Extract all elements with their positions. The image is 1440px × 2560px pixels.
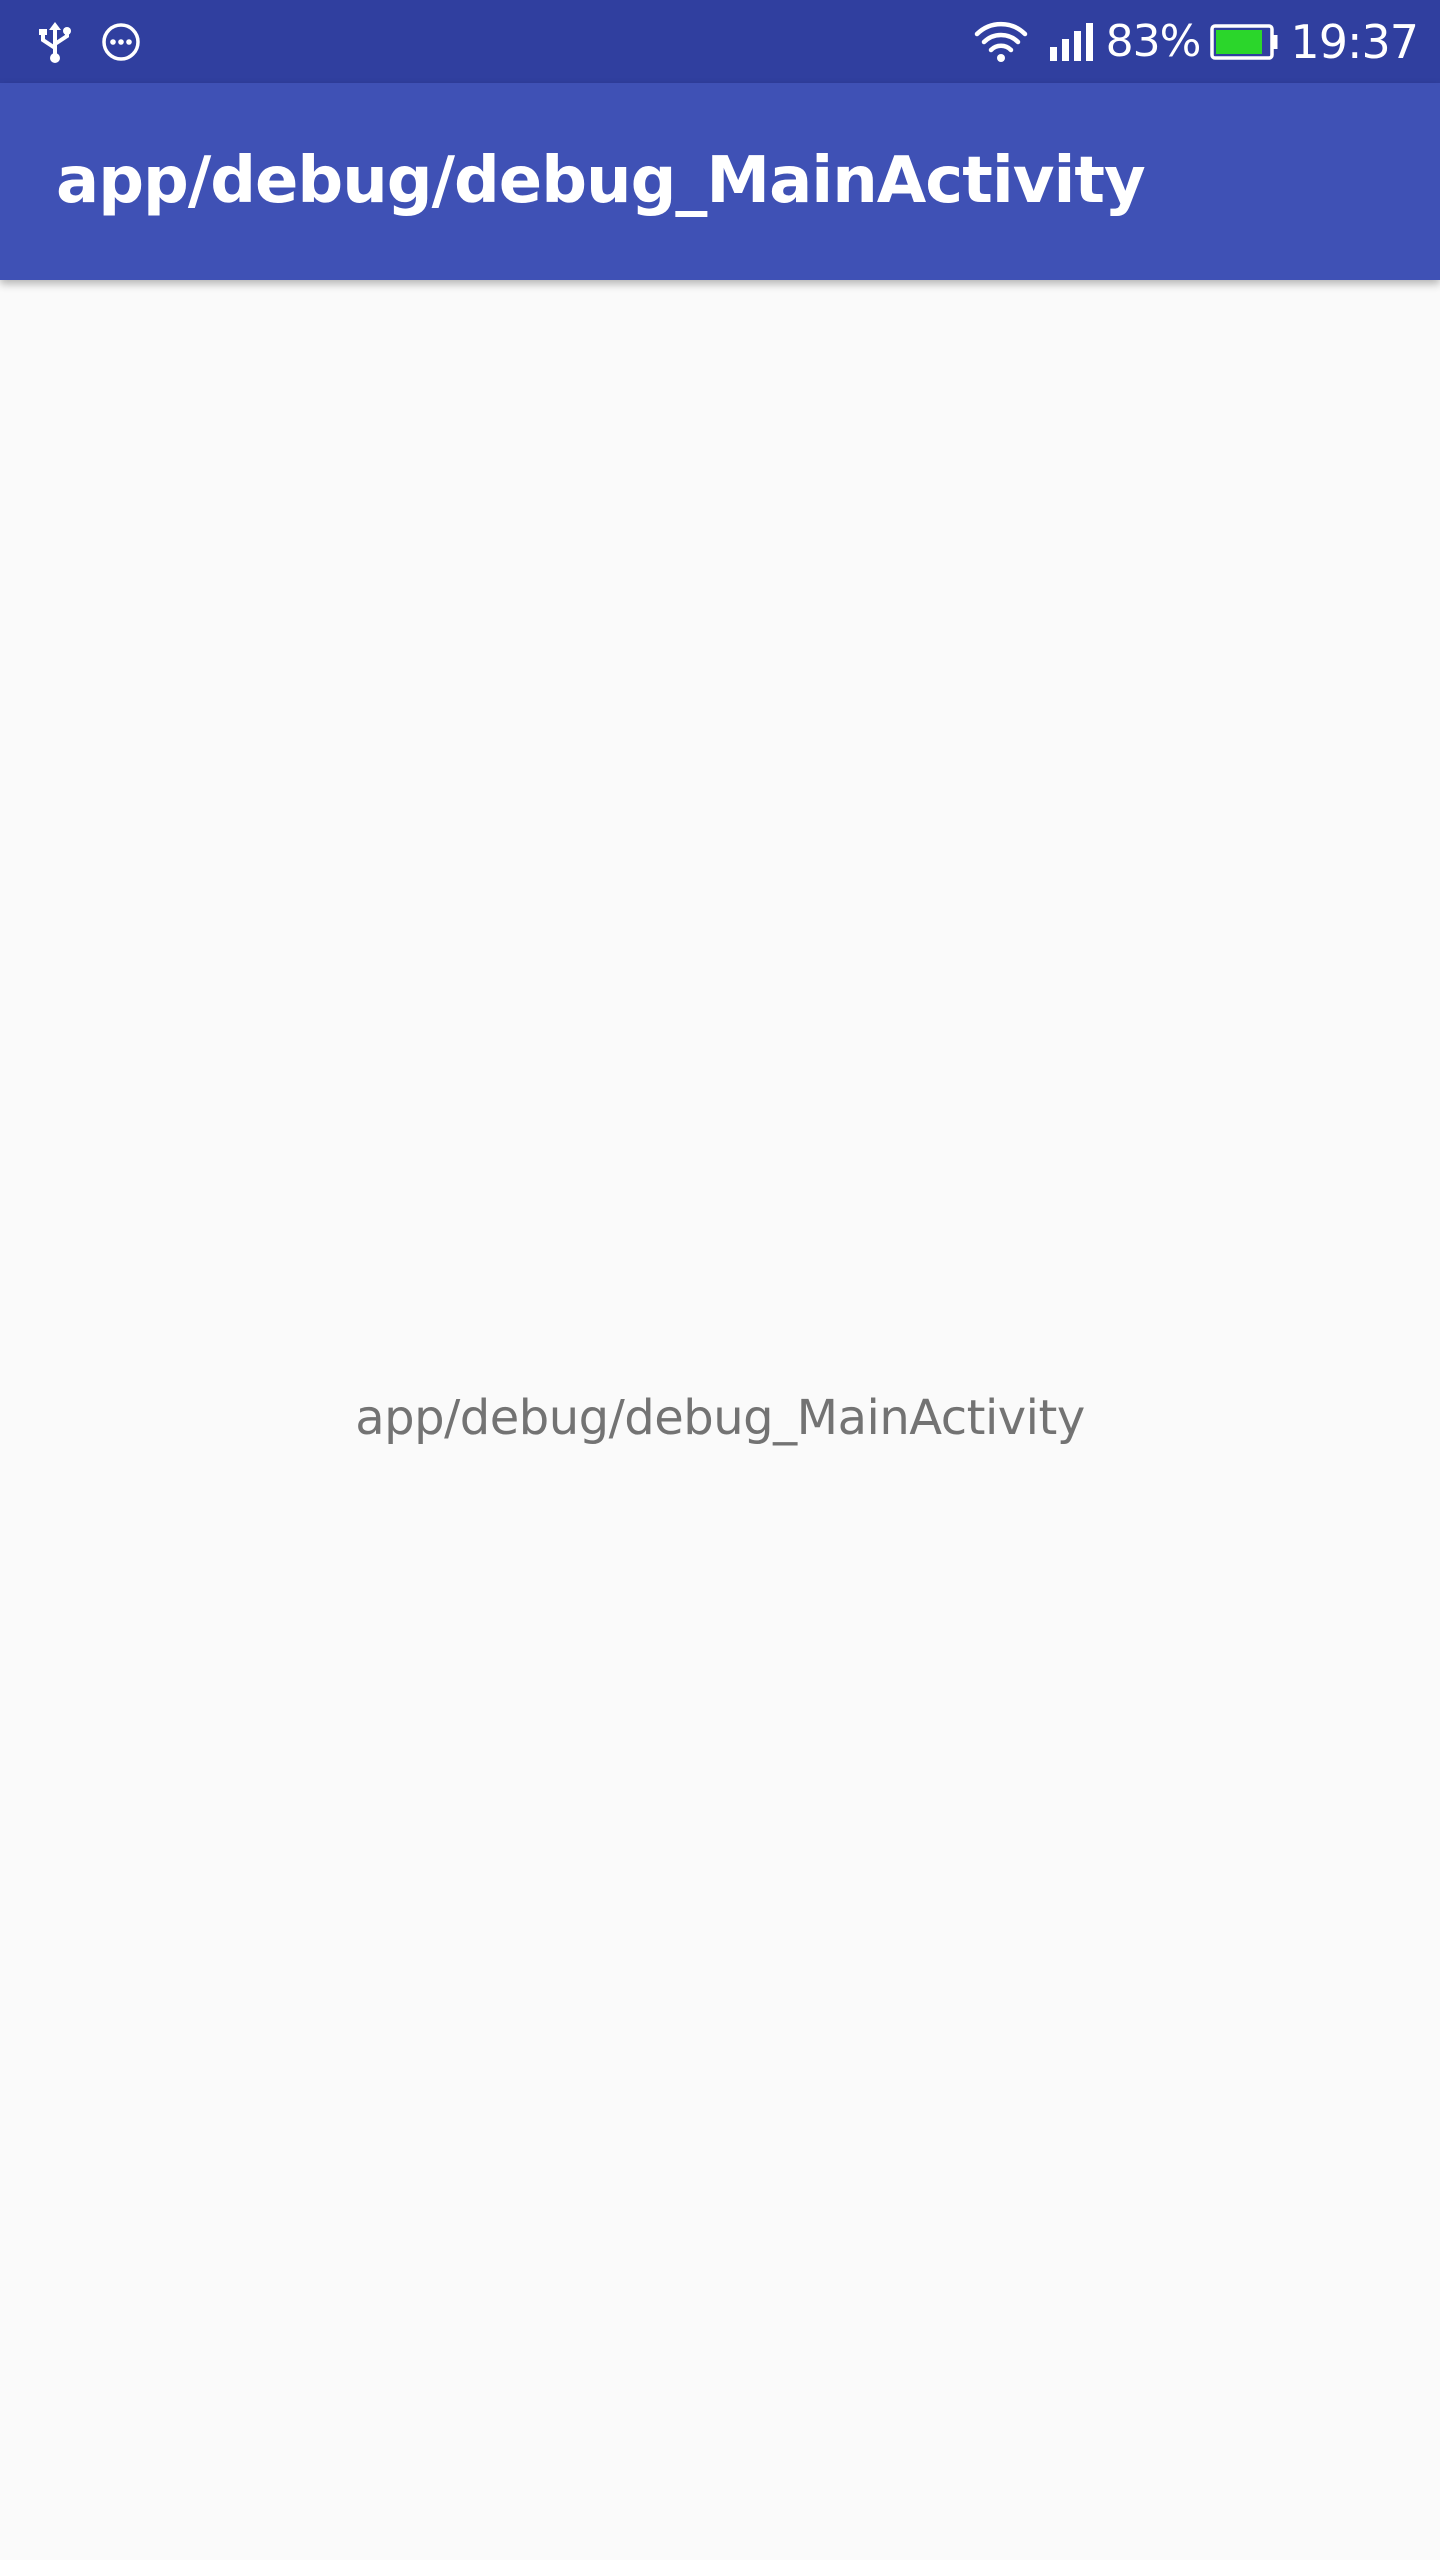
center-label: app/debug/debug_MainActivity bbox=[355, 1390, 1085, 1446]
more-dots-icon bbox=[100, 21, 142, 63]
battery-percentage: 83% bbox=[1105, 16, 1202, 67]
wifi-icon bbox=[974, 21, 1028, 63]
app-bar-title: app/debug/debug_MainActivity bbox=[56, 144, 1146, 218]
app-bar: app/debug/debug_MainActivity bbox=[0, 83, 1440, 280]
status-clock: 19:37 bbox=[1290, 14, 1419, 69]
main-content: app/debug/debug_MainActivity bbox=[0, 280, 1440, 2560]
battery-icon bbox=[1210, 23, 1280, 60]
signal-icon bbox=[1049, 22, 1094, 61]
usb-icon bbox=[36, 20, 74, 64]
status-right-icons: 83% 19:37 bbox=[974, 0, 1419, 83]
status-left-icons bbox=[36, 0, 142, 83]
status-bar: 83% 19:37 bbox=[0, 0, 1440, 83]
